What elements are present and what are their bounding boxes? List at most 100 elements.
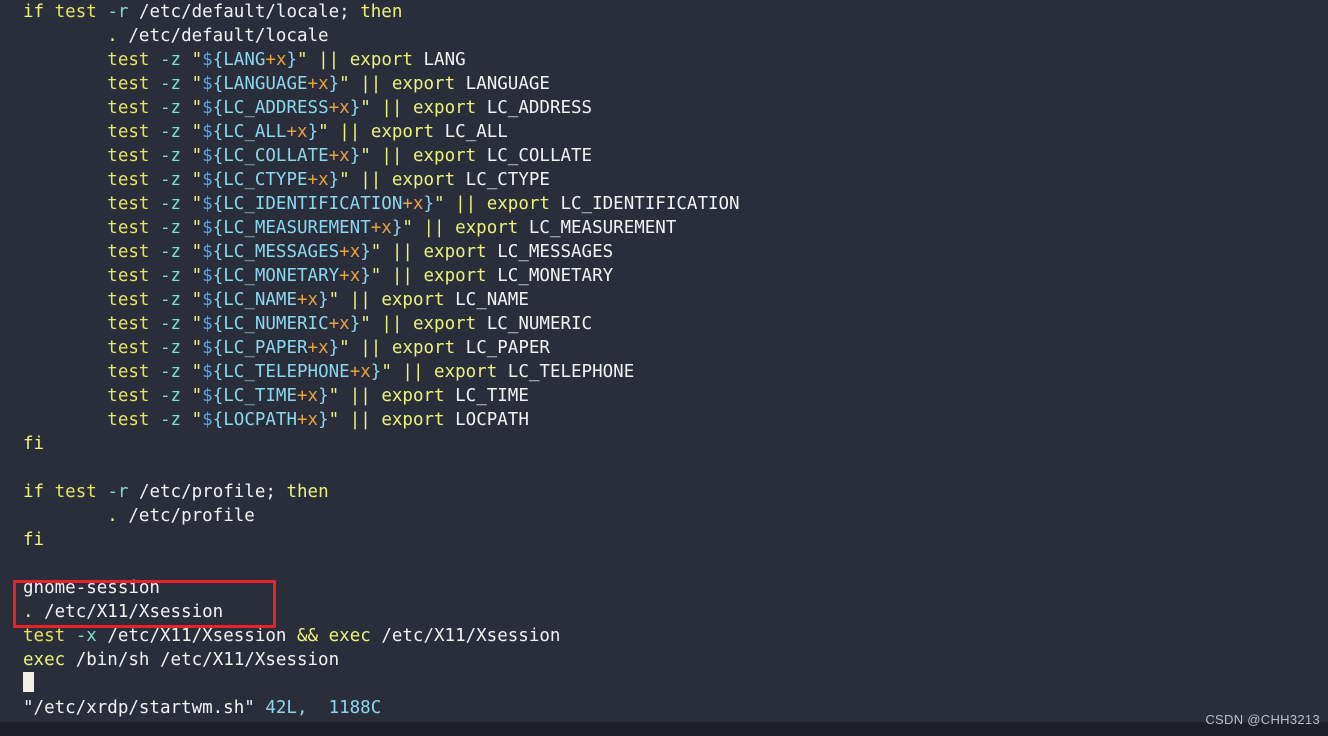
plus-x: +x <box>402 194 424 214</box>
keyword-if: if <box>23 2 45 22</box>
code-line: exec /bin/sh /etc/X11/Xsession <box>0 648 1328 672</box>
keyword-export: export <box>434 362 498 382</box>
operator-or: || <box>423 218 445 238</box>
plus-x: +x <box>265 50 287 70</box>
var-brace-close: } <box>318 410 329 430</box>
var-brace-close: } <box>360 242 371 262</box>
code-line-gnome-session: gnome-session <box>0 576 1328 600</box>
operator-or: || <box>381 98 403 118</box>
dollar-sign: $ <box>202 218 213 238</box>
keyword-export: export <box>391 170 456 190</box>
path-etc-x11-xsession: /etc/X11/Xsession <box>44 602 224 622</box>
flag-z: -z <box>160 386 182 406</box>
path-etc-default-locale: /etc/default/locale <box>128 26 329 46</box>
code-line: test -z "${LC_MESSAGES+x}" || export LC_… <box>0 240 1328 264</box>
code-line: test -z "${LANG+x}" || export LANG <box>0 48 1328 72</box>
flag-z: -z <box>160 194 182 214</box>
var-brace-close: } <box>318 290 329 310</box>
command-test: test <box>107 50 150 70</box>
command-test: test <box>107 290 150 310</box>
quote-open: " <box>191 218 203 238</box>
plus-x: +x <box>349 362 371 382</box>
path-etc-default-locale: /etc/default/locale; <box>138 2 350 22</box>
quote-open: " <box>191 266 203 286</box>
var-name: LC_MESSAGES <box>497 242 614 262</box>
operator-or: || <box>455 194 477 214</box>
flag-z: -z <box>160 338 182 358</box>
plus-x: +x <box>370 218 392 238</box>
var-name: LC_TIME <box>455 386 529 406</box>
dollar-sign: $ <box>202 266 213 286</box>
dollar-sign: $ <box>202 122 213 142</box>
var-brace-open: {LC_MESSAGES <box>212 242 340 262</box>
command-test: test <box>107 218 150 238</box>
code-line: test -z "${LC_ADDRESS+x}" || export LC_A… <box>0 96 1328 120</box>
command-test: test <box>54 2 97 22</box>
operator-or: || <box>391 242 413 262</box>
var-brace-close: } <box>318 386 329 406</box>
operator-or: || <box>349 410 371 430</box>
var-name: LC_ALL <box>444 122 508 142</box>
cursor-line <box>0 672 1328 696</box>
bottom-bar <box>0 722 1328 736</box>
keyword-export: export <box>349 50 413 70</box>
code-line: test -z "${LC_NUMERIC+x}" || export LC_N… <box>0 312 1328 336</box>
flag-z: -z <box>160 74 182 94</box>
keyword-export: export <box>391 74 456 94</box>
code-line: test -z "${LANGUAGE+x}" || export LANGUA… <box>0 72 1328 96</box>
var-brace-close: } <box>328 74 340 94</box>
path-etc-x11-xsession: /etc/X11/Xsession <box>107 626 287 646</box>
plus-x: +x <box>286 122 308 142</box>
operator-and: && <box>297 626 319 646</box>
vim-editor-buffer[interactable]: if test -r /etc/default/locale; then . /… <box>0 0 1328 722</box>
dollar-sign: $ <box>202 338 213 358</box>
var-name: LANGUAGE <box>465 74 550 94</box>
plus-x: +x <box>297 410 319 430</box>
quote-close: " <box>297 50 308 70</box>
keyword-export: export <box>423 266 487 286</box>
var-brace-close: } <box>391 218 403 238</box>
status-filename: "/etc/xrdp/startwm.sh" <box>23 698 255 718</box>
code-line-source-xsession: . /etc/X11/Xsession <box>0 600 1328 624</box>
code-line: test -z "${LC_IDENTIFICATION+x}" || expo… <box>0 192 1328 216</box>
var-name: LC_NUMERIC <box>486 314 593 334</box>
terminal-screen: if test -r /etc/default/locale; then . /… <box>0 0 1328 736</box>
quote-close: " <box>360 98 371 118</box>
operator-or: || <box>402 362 424 382</box>
plus-x: +x <box>307 74 329 94</box>
vim-status-line: "/etc/xrdp/startwm.sh" 42L, 1188C <box>0 696 1328 720</box>
code-line: . /etc/profile <box>0 504 1328 528</box>
var-name: LC_NAME <box>455 290 529 310</box>
var-brace-open: {LC_IDENTIFICATION <box>212 194 403 214</box>
flag-z: -z <box>160 218 182 238</box>
command-test: test <box>107 170 150 190</box>
command-test: test <box>107 314 150 334</box>
command-test: test <box>107 386 150 406</box>
operator-or: || <box>391 266 413 286</box>
var-name: LC_MEASUREMENT <box>528 218 677 238</box>
quote-open: " <box>191 74 203 94</box>
code-line: if test -r /etc/default/locale; then <box>0 0 1328 24</box>
var-brace-open: {LC_TELEPHONE <box>212 362 350 382</box>
plus-x: +x <box>328 314 350 334</box>
quote-open: " <box>191 170 203 190</box>
plus-x: +x <box>307 338 329 358</box>
command-test: test <box>107 362 150 382</box>
quote-close: " <box>339 338 350 358</box>
var-brace-close: } <box>349 146 361 166</box>
command-test: test <box>107 122 150 142</box>
operator-or: || <box>381 146 403 166</box>
code-line: test -z "${LC_ALL+x}" || export LC_ALL <box>0 120 1328 144</box>
flag-z: -z <box>160 146 182 166</box>
var-brace-open: {LC_NAME <box>212 290 298 310</box>
text-cursor <box>23 672 34 692</box>
code-line: test -z "${LC_COLLATE+x}" || export LC_C… <box>0 144 1328 168</box>
command-test: test <box>107 74 150 94</box>
keyword-export: export <box>412 146 477 166</box>
var-brace-open: {LC_COLLATE <box>212 146 329 166</box>
plus-x: +x <box>328 146 350 166</box>
code-line: . /etc/default/locale <box>0 24 1328 48</box>
code-line: if test -r /etc/profile; then <box>0 480 1328 504</box>
code-line: test -x /etc/X11/Xsession && exec /etc/X… <box>0 624 1328 648</box>
path-etc-x11-xsession: /etc/X11/Xsession <box>381 626 561 646</box>
